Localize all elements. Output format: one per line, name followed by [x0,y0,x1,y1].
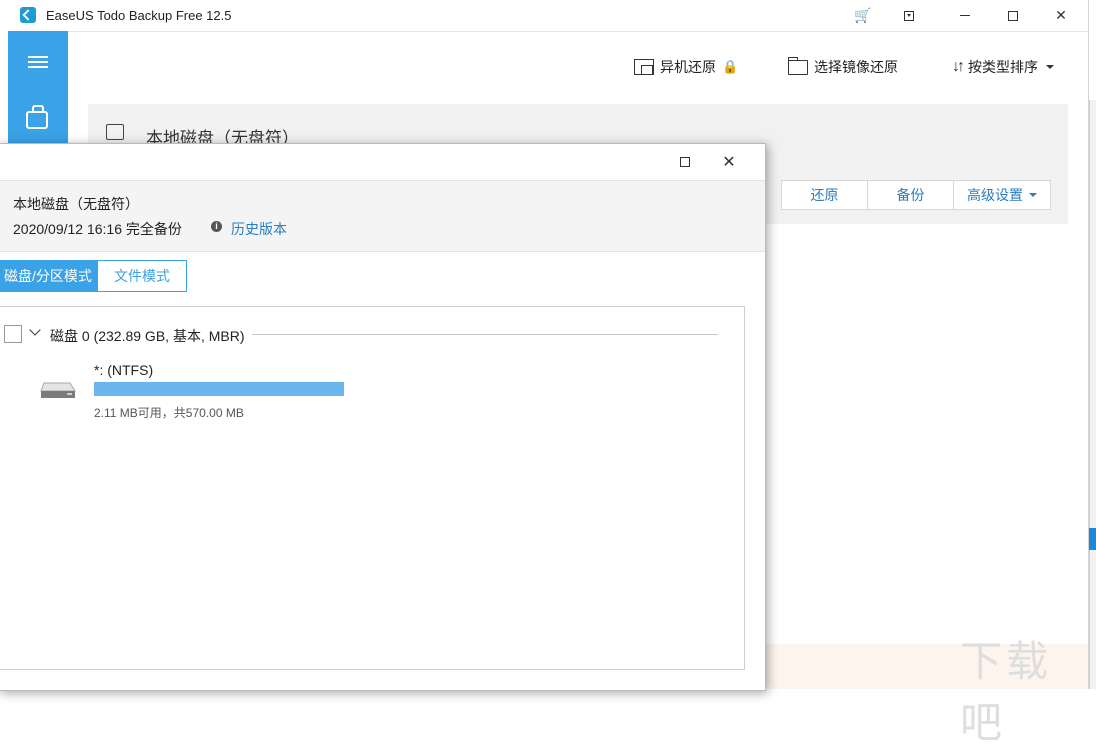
watermark: 下载吧 [960,637,1053,747]
advanced-settings-button[interactable]: 高级设置 [954,181,1050,209]
close-icon: ✕ [722,154,736,171]
hamburger-menu-icon[interactable] [28,56,48,68]
card-action-group: 还原 备份 高级设置 [781,180,1051,210]
partition-name: *: (NTFS) [94,362,154,378]
sort-by-type-label: 按类型排序 [968,59,1038,75]
disk-label: 磁盘 0 (232.89 GB, 基本, MBR) [50,328,245,344]
disk-checkbox[interactable] [4,325,22,343]
maximize-icon [680,157,690,167]
dialog-titlebar: ✕ [0,144,765,181]
backup-timestamp: 2020/09/12 16:16 完全备份 [13,221,182,237]
background-window-accent [1089,528,1096,550]
dialog-close-button[interactable]: ✕ [712,144,746,180]
restore-button[interactable]: 还原 [782,181,868,209]
partition-capacity: 2.11 MB可用，共570.00 MB [94,406,244,420]
close-button[interactable]: ✕ [1038,0,1084,31]
disk-icon [106,124,124,140]
sort-icon: ↓↑ [952,58,965,75]
monitor-restore-icon [634,59,654,75]
partition-usage-fill [94,382,344,396]
hard-drive-icon [40,382,76,398]
sidebar [8,31,68,151]
background-window-edge [1089,100,1096,689]
divider [252,334,718,335]
dialog-maximize-button[interactable] [668,144,702,180]
mode-tabs: 磁盘/分区模式 文件模式 [0,260,187,292]
sort-by-type-button[interactable]: ↓↑ 按类型排序 [952,55,1054,79]
minimize-icon [960,15,970,16]
tab-file-mode[interactable]: 文件模式 [98,261,186,291]
lock-icon: 🔒 [722,59,739,74]
offsite-restore-label: 异机还原 [660,59,716,75]
browse-image-restore-label: 选择镜像还原 [814,59,898,75]
offsite-restore-button[interactable]: 异机还原 🔒 [634,55,738,79]
chevron-down-icon [1046,65,1054,69]
titlebar: EaseUS Todo Backup Free 12.5 🛒 ✕ [8,0,1088,32]
restore-dialog: ✕ 本地磁盘（无盘符） 2020/09/12 16:16 完全备份 i 历史版本… [0,143,766,691]
backup-button[interactable]: 备份 [868,181,954,209]
cart-icon[interactable]: 🛒 [840,0,886,31]
app-logo-icon [20,7,36,23]
info-icon: i [211,221,222,232]
partition-usage-bar [94,382,344,396]
tab-disk-partition-mode[interactable]: 磁盘/分区模式 [0,261,98,291]
maximize-icon [1008,10,1018,21]
maximize-button[interactable] [990,0,1036,31]
history-versions-link[interactable]: 历史版本 [231,219,287,239]
close-icon: ✕ [1055,7,1067,23]
folder-icon [788,56,808,75]
dialog-header: 本地磁盘（无盘符） 2020/09/12 16:16 完全备份 i 历史版本 [0,181,765,252]
backup-nav-icon[interactable] [26,105,48,129]
advanced-settings-label: 高级设置 [967,187,1023,203]
browse-image-restore-button[interactable]: 选择镜像还原 [788,55,898,79]
chevron-down-icon [1029,193,1037,197]
dialog-disk-name: 本地磁盘（无盘符） [13,196,139,212]
dropdown-menu-button[interactable] [886,0,932,31]
disk-partition-list: 磁盘 0 (232.89 GB, 基本, MBR) *: (NTFS) 2.11… [0,306,745,670]
app-title: EaseUS Todo Backup Free 12.5 [46,8,232,23]
dropdown-icon [904,10,914,21]
chevron-down-icon[interactable] [29,324,41,336]
minimize-button[interactable] [942,0,988,31]
